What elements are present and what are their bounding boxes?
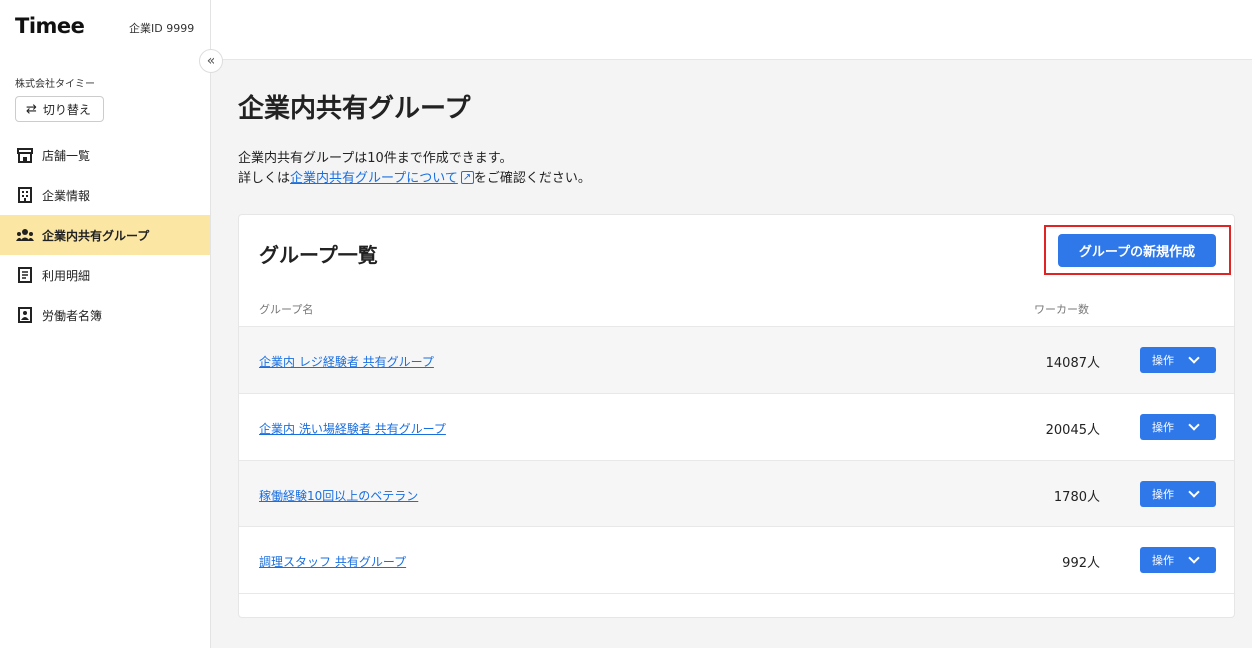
group-icon — [16, 228, 34, 242]
switch-arrows-icon: ⇄ — [26, 101, 37, 117]
sidebar-nav: 店舗一覧 企業情報 企業内共有グループ 利用明細 労働者名簿 — [0, 135, 210, 335]
actions-dropdown-button[interactable]: 操作 — [1140, 481, 1216, 507]
create-group-button[interactable]: グループの新規作成 — [1058, 234, 1216, 267]
table-row: 企業内 洗い場経験者 共有グループ 20045人 操作 — [239, 393, 1234, 460]
group-list-title: グループ一覧 — [259, 243, 378, 267]
sidebar-item-shared-groups[interactable]: 企業内共有グループ — [0, 215, 210, 255]
group-name-link[interactable]: 企業内 レジ経験者 共有グループ — [259, 353, 434, 370]
group-name-link[interactable]: 企業内 洗い場経験者 共有グループ — [259, 420, 446, 437]
switch-button-label: 切り替え — [42, 102, 91, 117]
chevron-down-icon — [1188, 552, 1200, 564]
actions-dropdown-button[interactable]: 操作 — [1140, 347, 1216, 373]
chevron-down-icon — [1188, 419, 1200, 431]
description-suffix: をご確認ください。 — [473, 171, 591, 186]
switch-company-button[interactable]: ⇄ 切り替え — [15, 96, 104, 122]
chevron-down-icon — [1188, 352, 1200, 364]
sidebar-item-label: 利用明細 — [42, 268, 91, 283]
description-line-1: 企業内共有グループは10件まで作成できます。 — [238, 151, 513, 166]
company-id: 企業ID 9999 — [129, 22, 195, 35]
company-name: 株式会社タイミー — [15, 79, 95, 90]
worker-count: 992人 — [1062, 556, 1100, 571]
chevron-down-icon — [1188, 486, 1200, 498]
group-name-link[interactable]: 調理スタッフ 共有グループ — [259, 553, 406, 570]
actions-dropdown-button[interactable]: 操作 — [1140, 414, 1216, 440]
table-bottom-divider — [239, 593, 1234, 594]
worker-count: 14087人 — [1045, 356, 1100, 371]
column-header-worker-count: ワーカー数 — [1034, 303, 1089, 316]
sidebar-item-company-info[interactable]: 企業情報 — [0, 175, 210, 215]
external-link-icon[interactable] — [460, 168, 474, 188]
description-line-2: 詳しくは企業内共有グループについてをご確認ください。 — [238, 168, 591, 189]
group-name-link[interactable]: 稼働経験10回以上のベテラン — [259, 487, 418, 504]
table-row: 稼働経験10回以上のベテラン 1780人 操作 — [239, 460, 1234, 527]
actions-label: 操作 — [1152, 421, 1174, 434]
receipt-icon — [16, 267, 34, 283]
actions-label: 操作 — [1152, 554, 1174, 567]
description-prefix: 詳しくは — [238, 171, 291, 186]
help-link[interactable]: 企業内共有グループについて — [290, 171, 458, 186]
contact-card-icon — [16, 307, 34, 323]
page-description: 企業内共有グループは10件まで作成できます。 詳しくは企業内共有グループについて… — [238, 149, 591, 189]
sidebar-item-usage-details[interactable]: 利用明細 — [0, 255, 210, 295]
column-header-group-name: グループ名 — [259, 303, 314, 316]
actions-dropdown-button[interactable]: 操作 — [1140, 547, 1216, 573]
sidebar-item-label: 企業内共有グループ — [42, 228, 150, 243]
brand-logo[interactable]: Timee — [15, 14, 85, 38]
building-icon — [16, 187, 34, 203]
sidebar-item-worker-registry[interactable]: 労働者名簿 — [0, 295, 210, 335]
actions-label: 操作 — [1152, 354, 1174, 367]
page-title: 企業内共有グループ — [238, 94, 471, 124]
worker-count: 1780人 — [1053, 490, 1100, 505]
store-icon — [16, 147, 34, 163]
table-row: 企業内 レジ経験者 共有グループ 14087人 操作 — [239, 326, 1234, 393]
sidebar-item-stores[interactable]: 店舗一覧 — [0, 135, 210, 175]
sidebar-item-label: 店舗一覧 — [42, 148, 91, 163]
double-chevron-left-icon: « — [206, 53, 216, 69]
sidebar-collapse-button[interactable]: « — [199, 49, 223, 73]
actions-label: 操作 — [1152, 488, 1174, 501]
sidebar-item-label: 労働者名簿 — [42, 308, 103, 323]
group-list-card: グループ一覧 グループの新規作成 グループ名 ワーカー数 企業内 レジ経験者 共… — [238, 214, 1235, 618]
top-bar — [211, 0, 1252, 60]
sidebar: Timee 企業ID 9999 株式会社タイミー ⇄ 切り替え 店舗一覧 企業情… — [0, 0, 211, 648]
worker-count: 20045人 — [1045, 423, 1100, 438]
table-row: 調理スタッフ 共有グループ 992人 操作 — [239, 526, 1234, 593]
sidebar-item-label: 企業情報 — [42, 188, 91, 203]
